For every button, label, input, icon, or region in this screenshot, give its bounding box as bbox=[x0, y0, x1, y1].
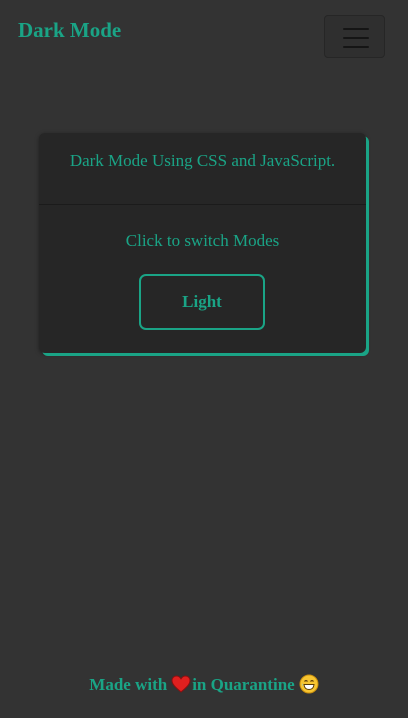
footer-prefix: Made with bbox=[89, 675, 168, 694]
card-header: Dark Mode Using CSS and JavaScript. bbox=[39, 133, 366, 205]
navbar-toggler-button[interactable] bbox=[324, 15, 385, 58]
navbar-brand[interactable]: Dark Mode bbox=[18, 16, 121, 44]
grinning-sweat-emoji-icon bbox=[299, 674, 319, 699]
mode-card: Dark Mode Using CSS and JavaScript. Clic… bbox=[39, 133, 366, 353]
footer: Made with in Quarantine bbox=[0, 674, 408, 699]
card-title: Dark Mode Using CSS and JavaScript. bbox=[69, 151, 336, 170]
switch-mode-button[interactable]: Light bbox=[139, 274, 265, 330]
page: Dark Mode Dark Mode Using CSS and JavaSc… bbox=[0, 0, 408, 718]
footer-suffix: in Quarantine bbox=[192, 675, 295, 694]
hamburger-menu-icon bbox=[343, 28, 369, 48]
card-subtitle: Click to switch Modes bbox=[125, 231, 280, 250]
heart-icon bbox=[171, 675, 191, 698]
